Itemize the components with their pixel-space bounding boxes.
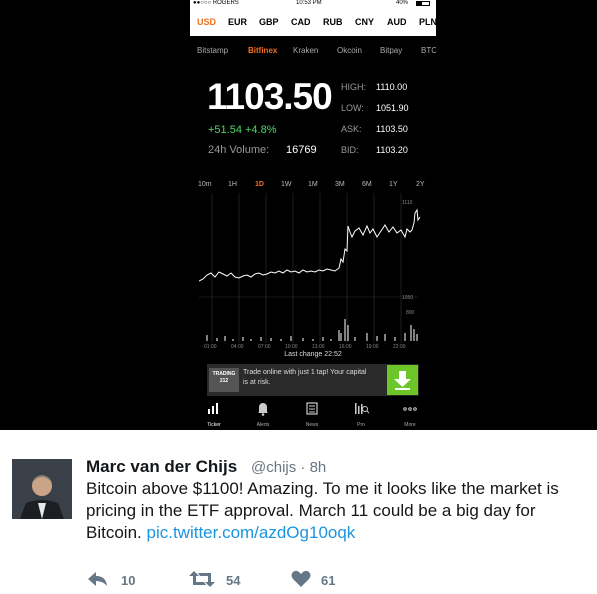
tab-alerts[interactable]: Alerts	[240, 400, 286, 428]
range-tab-3m[interactable]: 3M	[335, 181, 345, 188]
volume-value: 16769	[286, 144, 317, 156]
x-tick-label: 01:00	[204, 344, 217, 350]
x-tick-label: 04:00	[231, 344, 244, 350]
currency-tab-aud[interactable]: AUD	[387, 17, 407, 27]
range-tab-1m[interactable]: 1M	[308, 181, 318, 188]
price-value: 1103.50	[207, 76, 333, 117]
author-name[interactable]: Marc van der Chijs	[86, 457, 237, 477]
volume-label: 24h Volume:	[208, 144, 270, 156]
currency-tab-eur[interactable]: EUR	[228, 17, 247, 27]
reply-count: 10	[121, 573, 136, 588]
currency-tab-cad[interactable]: CAD	[291, 17, 311, 27]
range-tab-10m[interactable]: 10m	[198, 181, 212, 188]
exchange-tab-bitstamp[interactable]: Bitstamp	[197, 46, 228, 55]
avatar-image	[12, 459, 72, 519]
more-dots-icon	[403, 407, 417, 411]
range-tab-1y[interactable]: 1Y	[389, 181, 398, 188]
tweet-card[interactable]: Marc van der Chijs @chijs · 8h Bitcoin a…	[0, 430, 597, 594]
range-tab-1w[interactable]: 1W	[281, 181, 292, 188]
price-line	[199, 208, 421, 282]
bottom-tab-bar: Ticker Alerts News Pro More	[190, 400, 436, 430]
tab-news[interactable]: News	[289, 400, 335, 428]
tweet-media-link[interactable]: pic.twitter.com/azdOg10oqk	[146, 523, 355, 542]
range-tab-1d[interactable]: 1D	[255, 181, 264, 188]
like-count: 61	[321, 573, 336, 588]
ad-logo: TRADING 212	[209, 368, 239, 392]
high-value: 1110.00	[376, 82, 408, 92]
x-tick-label: 16:00	[339, 344, 352, 350]
currency-bar: USD EUR GBP CAD RUB CNY AUD PLN	[190, 8, 436, 36]
tab-news-label: News	[305, 422, 319, 428]
bell-icon	[258, 403, 268, 416]
retweet-icon	[189, 571, 215, 587]
currency-tab-pln[interactable]: PLN	[419, 17, 436, 27]
exchange-tab-btc[interactable]: BTC	[421, 46, 436, 55]
price-change: +51.54 +4.8%	[208, 124, 277, 136]
tab-alerts-label: Alerts	[256, 422, 270, 428]
phone-screenshot: ●●○○○ ROGERS 10:53 PM 40% USD EUR GBP CA…	[190, 0, 436, 430]
y-tick-label: 1050	[402, 295, 413, 301]
carrier-label: ●●○○○ ROGERS	[193, 0, 239, 6]
download-button[interactable]	[387, 365, 418, 395]
retweet-count: 54	[226, 573, 241, 588]
ask-value: 1103.50	[376, 124, 408, 134]
price-chart: 1110 1050 800 01:00 04:00 07:00 10:00 13…	[199, 193, 421, 350]
download-icon	[394, 371, 411, 390]
volume-bars	[206, 319, 418, 341]
range-tab-2y[interactable]: 2Y	[416, 181, 425, 188]
x-tick-label: 19:00	[366, 344, 379, 350]
newspaper-icon	[306, 402, 318, 415]
tab-ticker-label: Ticker	[207, 422, 221, 428]
bar-chart-icon	[208, 403, 218, 414]
tweet-text: Bitcoin above $1100! Amazing. To me it l…	[86, 478, 594, 544]
currency-tab-rub[interactable]: RUB	[323, 17, 343, 27]
battery-label: 40%	[396, 0, 409, 6]
retweet-button[interactable]: 54	[189, 570, 249, 594]
author-handle[interactable]: @chijs · 8h	[251, 459, 326, 476]
ad-banner[interactable]: TRADING 212 Trade online with just 1 tap…	[207, 364, 419, 396]
tab-pro-label: Pro	[357, 422, 365, 428]
range-tab-1h[interactable]: 1H	[228, 181, 237, 188]
exchange-tab-kraken[interactable]: Kraken	[293, 46, 318, 55]
avatar[interactable]	[12, 459, 72, 519]
tab-ticker[interactable]: Ticker	[191, 400, 237, 428]
range-tab-6m[interactable]: 6M	[362, 181, 372, 188]
ask-label: ASK:	[341, 124, 362, 134]
ad-text: Trade online with just 1 tap! Your capit…	[243, 369, 367, 386]
tab-pro[interactable]: Pro	[338, 400, 384, 428]
exchange-tab-bitpay[interactable]: Bitpay	[380, 46, 402, 55]
x-tick-label: 13:00	[312, 344, 325, 350]
bid-label: BID:	[341, 145, 359, 155]
y-tick-label: 800	[406, 310, 415, 316]
bid-value: 1103.20	[376, 145, 408, 155]
currency-tab-cny[interactable]: CNY	[355, 17, 374, 27]
tab-more[interactable]: More	[387, 400, 433, 428]
heart-icon	[291, 570, 311, 587]
currency-tab-usd[interactable]: USD	[197, 17, 216, 27]
tweet-media-image[interactable]: ●●○○○ ROGERS 10:53 PM 40% USD EUR GBP CA…	[0, 0, 597, 430]
currency-tab-gbp[interactable]: GBP	[259, 17, 279, 27]
battery-icon	[416, 1, 430, 6]
low-value: 1051.90	[376, 103, 409, 113]
reply-button[interactable]: 10	[87, 570, 147, 594]
last-change-label: Last change 22:52	[284, 351, 342, 358]
pro-chart-icon	[355, 403, 370, 414]
reply-icon	[88, 572, 107, 586]
status-bar: ●●○○○ ROGERS 10:53 PM 40%	[190, 0, 436, 8]
y-tick-label: 1110	[402, 200, 413, 206]
high-label: HIGH:	[341, 82, 367, 92]
exchange-tab-okcoin[interactable]: Okcoin	[337, 46, 362, 55]
x-tick-label: 10:00	[285, 344, 298, 350]
like-button[interactable]: 61	[290, 570, 350, 594]
low-label: LOW:	[341, 103, 364, 113]
exchange-tab-bitfinex[interactable]: Bitfinex	[248, 46, 277, 55]
tab-more-label: More	[404, 422, 416, 428]
x-tick-label: 07:00	[258, 344, 271, 350]
x-tick-label: 22:00	[393, 344, 406, 350]
clock-label: 10:53 PM	[296, 0, 322, 6]
